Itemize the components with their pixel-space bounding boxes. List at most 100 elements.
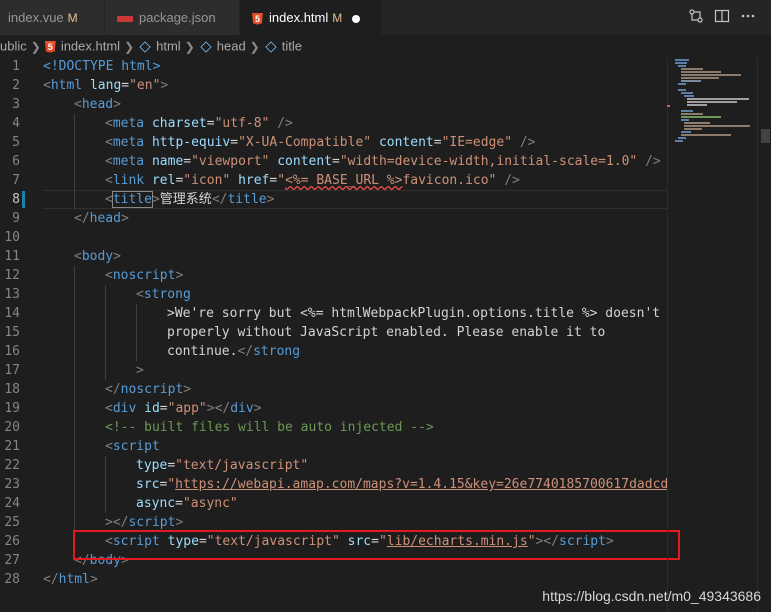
line-number: 10 (4, 230, 20, 245)
code-token: "async" (182, 496, 238, 511)
code-token: head (89, 211, 121, 226)
line-number: 19 (4, 401, 20, 416)
minimap-line (687, 101, 737, 103)
code-token: /> (637, 154, 661, 169)
breadcrumb-item[interactable]: ublic (0, 39, 27, 54)
code-token: > (183, 382, 192, 397)
code-line: <!-- built files will be auto injected -… (105, 418, 434, 437)
code-token: 管理系统 (159, 192, 212, 207)
code-token[interactable]: https://webapi.amap.com/maps?v=1.4.15&ke… (175, 477, 667, 492)
minimap-line (678, 89, 686, 91)
breadcrumb-item[interactable]: head (217, 39, 246, 54)
tab-package-json[interactable]: package.json (105, 0, 240, 35)
code-token: lang (82, 78, 122, 93)
code-token: noscript (112, 268, 176, 283)
code-token: = (230, 135, 239, 150)
code-token: " (277, 173, 286, 188)
code-line: </head> (74, 209, 129, 228)
breadcrumb-item[interactable]: title (282, 39, 302, 54)
code-token: < (105, 192, 113, 207)
minimap[interactable] (667, 57, 757, 612)
line-number: 23 (4, 477, 20, 492)
vertical-scrollbar[interactable] (757, 57, 771, 612)
minimap-line (678, 65, 686, 67)
code-token: < (105, 116, 113, 131)
minimap-line (681, 71, 721, 73)
code-token: < (136, 287, 144, 302)
element-icon (139, 40, 151, 53)
code-token: < (43, 78, 51, 93)
tab-index-vue[interactable]: index.vue M (0, 0, 105, 35)
code-token: charset (144, 116, 207, 131)
code-token: >We're sorry but (167, 306, 301, 321)
highlight-annotation-box (73, 530, 680, 560)
code-token: > (253, 401, 262, 416)
open-changes-icon[interactable] (688, 8, 704, 28)
line-number: 3 (12, 97, 20, 112)
code-line: >We're sorry but <%= htmlWebpackPlugin.o… (167, 304, 667, 323)
code-token: name (144, 154, 184, 169)
line-number: 5 (12, 135, 20, 150)
code-token: > (266, 192, 275, 207)
code-token: /> (269, 116, 293, 131)
minimap-line (681, 134, 731, 136)
code-token: "text/javascript" (175, 458, 309, 473)
chevron-right-icon: ❯ (30, 39, 41, 54)
code-line: > (136, 361, 144, 380)
watermark: https://blog.csdn.net/m0_49343686 (542, 588, 761, 604)
code-editor[interactable]: 1 2 3 4 5 6 7 8 9 10 11 12 13 14 15 16 1… (0, 57, 771, 612)
code-token: link (112, 173, 145, 188)
more-actions-icon[interactable] (740, 8, 756, 28)
code-line: <meta name="viewport" content="width=dev… (105, 152, 661, 171)
minimap-line (675, 59, 689, 61)
code-token: strong (143, 287, 191, 302)
breadcrumb: ublic ❯ 5 index.html ❯ html ❯ head ❯ title (0, 35, 771, 57)
minimap-line (681, 131, 691, 133)
line-number: 7 (12, 173, 20, 188)
code-token: = (175, 496, 183, 511)
tab-index-html[interactable]: 5 index.html M (240, 0, 382, 35)
minimap-line (681, 110, 693, 112)
code-token: > (113, 97, 121, 112)
scrollbar-thumb[interactable] (761, 129, 770, 143)
code-token: html (50, 78, 83, 93)
line-number: 6 (12, 154, 20, 169)
code-token: > (152, 59, 161, 74)
code-line: </noscript> (105, 380, 191, 399)
minimap-line (684, 128, 702, 130)
breadcrumb-item[interactable]: index.html (61, 39, 120, 54)
code-token: div (112, 401, 137, 416)
code-token: > (120, 211, 129, 226)
code-token: > (89, 572, 98, 587)
minimap-line (684, 125, 750, 127)
split-editor-icon[interactable] (714, 8, 730, 28)
line-number: 11 (4, 249, 20, 264)
element-icon (200, 40, 212, 53)
code-line: src="https://webapi.amap.com/maps?v=1.4.… (136, 475, 667, 494)
code-token: ></ (206, 401, 231, 416)
code-line: async="async" (136, 494, 238, 513)
code-token: properly without JavaScript enabled. Ple… (167, 325, 606, 340)
code-token: content (269, 154, 333, 169)
unsaved-dot-icon[interactable] (352, 14, 361, 23)
code-token: </ (237, 344, 254, 359)
code-line: <meta http-equiv="X-UA-Compatible" conte… (105, 133, 536, 152)
code-token: < (74, 249, 82, 264)
tab-bar: index.vue M package.json 5 index.html M (0, 0, 771, 35)
line-number: 28 (4, 572, 20, 587)
code-token: meta (112, 135, 145, 150)
code-token: <%= htmlWebpackPlugin.options.title %> (300, 306, 598, 321)
code-token: content (371, 135, 434, 150)
code-token: > (175, 268, 184, 283)
code-area[interactable]: <!DOCTYPE html> <html lang="en"> <head> … (43, 57, 667, 612)
minimap-line (681, 68, 703, 70)
code-token: <!-- built files will be auto injected -… (105, 420, 434, 435)
minimap-error-marker (667, 105, 670, 107)
code-line: <title>管理系统</title> (105, 190, 274, 209)
code-token: </ (105, 382, 121, 397)
code-token: href (230, 173, 270, 188)
code-token: > (175, 515, 184, 530)
code-line: <head> (74, 95, 121, 114)
chevron-right-icon: ❯ (184, 39, 195, 54)
breadcrumb-item[interactable]: html (156, 39, 181, 54)
